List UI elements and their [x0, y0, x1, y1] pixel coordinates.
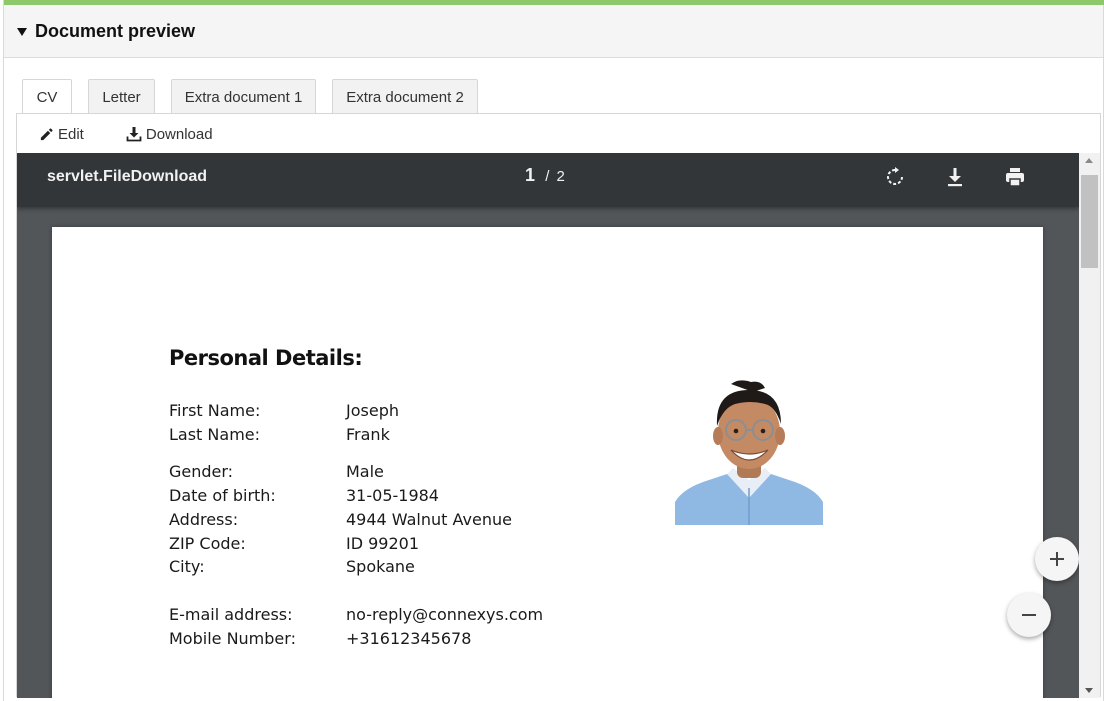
- tab-extra-document-2[interactable]: Extra document 2: [332, 79, 478, 114]
- profile-photo: [675, 380, 823, 525]
- field-label: Last Name:: [169, 425, 261, 444]
- panel-header[interactable]: Document preview: [4, 5, 1103, 58]
- current-page-input[interactable]: 1: [525, 165, 535, 185]
- rotate-icon[interactable]: [883, 165, 907, 189]
- tab-letter[interactable]: Letter: [88, 79, 155, 114]
- field-value: no-reply@connexys.com: [346, 605, 544, 624]
- zoom-in-button[interactable]: [1035, 537, 1079, 581]
- vertical-scrollbar[interactable]: [1079, 153, 1100, 698]
- tab-cv[interactable]: CV: [22, 79, 72, 115]
- field-label: ZIP Code:: [169, 534, 246, 553]
- field-value: Joseph: [346, 401, 399, 420]
- viewer-download-icon[interactable]: [943, 165, 967, 189]
- tab-bar: CV Letter Extra document 1 Extra documen…: [22, 79, 494, 115]
- document-preview-panel: Document preview CV Letter Extra documen…: [3, 0, 1104, 701]
- file-name: servlet.FileDownload: [47, 168, 208, 185]
- pdf-viewer[interactable]: servlet.FileDownload 1 / 2 Personal Deta…: [17, 153, 1079, 698]
- section-heading: Personal Details:: [169, 346, 363, 370]
- tab-extra-document-1[interactable]: Extra document 1: [171, 79, 316, 114]
- scroll-up-arrow-icon[interactable]: [1085, 158, 1093, 163]
- download-icon: [126, 127, 142, 142]
- caret-down-icon: [17, 27, 27, 36]
- field-value: +31612345678: [346, 629, 472, 648]
- edit-button[interactable]: Edit: [39, 126, 84, 143]
- field-value: Male: [346, 462, 384, 481]
- field-label: City:: [169, 557, 205, 576]
- download-label: Download: [145, 125, 213, 143]
- pdf-viewer-toolbar: servlet.FileDownload 1 / 2: [17, 153, 1079, 207]
- field-value: Spokane: [346, 557, 415, 576]
- field-label: Gender:: [169, 462, 234, 481]
- field-label: Date of birth:: [169, 486, 276, 505]
- scroll-down-arrow-icon[interactable]: [1085, 688, 1093, 693]
- minus-icon: [1022, 614, 1036, 616]
- field-value: 31-05-1984: [346, 486, 439, 505]
- total-pages: 2: [556, 168, 565, 185]
- scrollbar-thumb[interactable]: [1081, 175, 1098, 268]
- print-icon[interactable]: [1003, 165, 1027, 189]
- field-value: 4944 Walnut Avenue: [346, 510, 512, 529]
- field-label: Address:: [169, 510, 239, 529]
- field-label: E-mail address:: [169, 605, 293, 624]
- field-label: First Name:: [169, 401, 261, 420]
- panel-title: Document preview: [35, 20, 196, 41]
- document-toolbar: Edit Download: [17, 114, 1100, 154]
- page-indicator: 1 / 2: [525, 165, 565, 186]
- field-value: Frank: [346, 425, 390, 444]
- download-button[interactable]: Download: [126, 126, 213, 143]
- field-label: Mobile Number:: [169, 629, 296, 648]
- page-separator: /: [545, 168, 550, 185]
- zoom-out-button[interactable]: [1007, 593, 1051, 637]
- field-value: ID 99201: [346, 534, 420, 553]
- tab-content: Edit Download servlet.FileDownload 1 / 2: [16, 113, 1101, 698]
- pdf-page: Personal Details: First Name: Joseph Las…: [52, 227, 1043, 698]
- pencil-icon: [40, 127, 53, 140]
- plus-icon: [1050, 552, 1064, 566]
- edit-label: Edit: [58, 125, 84, 143]
